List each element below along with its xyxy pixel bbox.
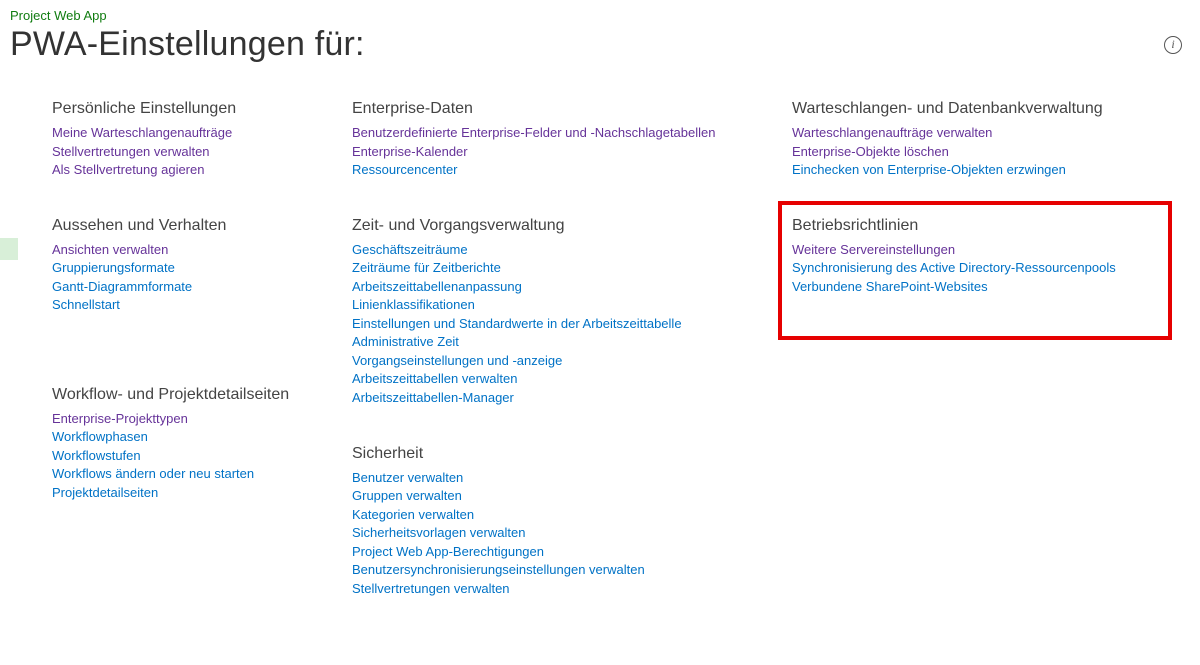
link-manage-queue-jobs[interactable]: Warteschlangenaufträge verwalten: [792, 124, 1172, 142]
section-time-task-management: Zeit- und Vorgangsverwaltung Geschäftsze…: [352, 217, 792, 407]
link-enterprise-project-types[interactable]: Enterprise-Projekttypen: [52, 410, 352, 428]
link-force-checkin-enterprise-objects[interactable]: Einchecken von Enterprise-Objekten erzwi…: [792, 161, 1172, 179]
column-1: Persönliche Einstellungen Meine Wartesch…: [52, 100, 352, 635]
link-timesheet-managers[interactable]: Arbeitszeittabellen-Manager: [352, 389, 792, 407]
section-title: Enterprise-Daten: [352, 100, 792, 118]
link-project-detail-pages[interactable]: Projektdetailseiten: [52, 484, 352, 502]
link-quick-launch[interactable]: Schnellstart: [52, 296, 352, 314]
link-task-settings-display[interactable]: Vorgangseinstellungen und -anzeige: [352, 352, 792, 370]
link-delete-enterprise-objects[interactable]: Enterprise-Objekte löschen: [792, 143, 1172, 161]
section-title: Workflow- und Projektdetailseiten: [52, 386, 352, 404]
link-manage-views[interactable]: Ansichten verwalten: [52, 241, 352, 259]
link-manage-delegates[interactable]: Stellvertretungen verwalten: [52, 143, 352, 161]
link-time-reporting-periods[interactable]: Zeiträume für Zeitberichte: [352, 259, 792, 277]
link-timesheet-adjustment[interactable]: Arbeitszeittabellenanpassung: [352, 278, 792, 296]
link-workflow-stages[interactable]: Workflowstufen: [52, 447, 352, 465]
link-manage-security-templates[interactable]: Sicherheitsvorlagen verwalten: [352, 524, 792, 542]
link-workflow-phases[interactable]: Workflowphasen: [52, 428, 352, 446]
breadcrumb[interactable]: Project Web App: [10, 8, 1190, 23]
section-look-and-feel: Aussehen und Verhalten Ansichten verwalt…: [52, 217, 352, 314]
link-manage-categories[interactable]: Kategorien verwalten: [352, 506, 792, 524]
link-ad-resource-pool-sync[interactable]: Synchronisierung des Active Directory-Re…: [792, 259, 1158, 277]
section-workflow-pdp: Workflow- und Projektdetailseiten Enterp…: [52, 386, 352, 502]
section-title: Sicherheit: [352, 445, 792, 463]
link-enterprise-calendars[interactable]: Enterprise-Kalender: [352, 143, 792, 161]
section-personal-settings: Persönliche Einstellungen Meine Wartesch…: [52, 100, 352, 179]
link-act-as-delegate[interactable]: Als Stellvertretung agieren: [52, 161, 352, 179]
info-icon[interactable]: i: [1164, 36, 1182, 54]
link-timesheet-settings-defaults[interactable]: Einstellungen und Standardwerte in der A…: [352, 315, 792, 333]
link-additional-server-settings[interactable]: Weitere Servereinstellungen: [792, 241, 1158, 259]
link-administrative-time[interactable]: Administrative Zeit: [352, 333, 792, 351]
settings-columns: Persönliche Einstellungen Meine Wartesch…: [10, 100, 1190, 635]
link-my-queue-jobs[interactable]: Meine Warteschlangenaufträge: [52, 124, 352, 142]
link-gantt-formats[interactable]: Gantt-Diagrammformate: [52, 278, 352, 296]
section-title: Aussehen und Verhalten: [52, 217, 352, 235]
link-manage-users[interactable]: Benutzer verwalten: [352, 469, 792, 487]
section-title: Betriebsrichtlinien: [792, 217, 1158, 235]
link-manage-delegates-security[interactable]: Stellvertretungen verwalten: [352, 580, 792, 598]
link-enterprise-custom-fields[interactable]: Benutzerdefinierte Enterprise-Felder und…: [352, 124, 792, 142]
link-manage-timesheets[interactable]: Arbeitszeittabellen verwalten: [352, 370, 792, 388]
link-grouping-formats[interactable]: Gruppierungsformate: [52, 259, 352, 277]
column-2: Enterprise-Daten Benutzerdefinierte Ente…: [352, 100, 792, 635]
link-connected-sharepoint-sites[interactable]: Verbundene SharePoint-Websites: [792, 278, 1158, 296]
link-pwa-permissions[interactable]: Project Web App-Berechtigungen: [352, 543, 792, 561]
section-title: Zeit- und Vorgangsverwaltung: [352, 217, 792, 235]
section-enterprise-data: Enterprise-Daten Benutzerdefinierte Ente…: [352, 100, 792, 179]
link-fiscal-periods[interactable]: Geschäftszeiträume: [352, 241, 792, 259]
page-title-row: PWA-Einstellungen für: i: [10, 25, 1190, 64]
section-title: Persönliche Einstellungen: [52, 100, 352, 118]
section-title: Warteschlangen- und Datenbankverwaltung: [792, 100, 1172, 118]
page-title: PWA-Einstellungen für:: [10, 25, 365, 64]
decorative-green-block: [0, 238, 18, 260]
link-resource-center[interactable]: Ressourcencenter: [352, 161, 792, 179]
link-manage-groups[interactable]: Gruppen verwalten: [352, 487, 792, 505]
link-line-classifications[interactable]: Linienklassifikationen: [352, 296, 792, 314]
link-manage-user-sync-settings[interactable]: Benutzersynchronisierungseinstellungen v…: [352, 561, 792, 579]
section-queue-database: Warteschlangen- und Datenbankverwaltung …: [792, 100, 1172, 179]
column-3: Warteschlangen- und Datenbankverwaltung …: [792, 100, 1172, 635]
section-operational-policies: Betriebsrichtlinien Weitere Servereinste…: [778, 201, 1172, 341]
link-change-restart-workflows[interactable]: Workflows ändern oder neu starten: [52, 465, 352, 483]
section-security: Sicherheit Benutzer verwalten Gruppen ve…: [352, 445, 792, 598]
